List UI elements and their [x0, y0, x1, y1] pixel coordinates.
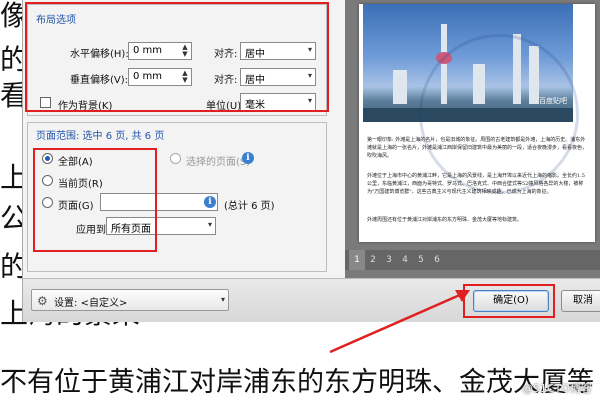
chevron-down-icon: ▾	[220, 295, 225, 304]
highlight-ok-box	[463, 284, 555, 318]
settings-select[interactable]: ⚙ 设置: <自定义> ▾	[31, 289, 229, 311]
settings-panel: 布局选项 水平偏移(H): 0 mm ▲ ▼ 对齐: 居中 ▾ 垂直偏移(V): …	[23, 0, 345, 278]
highlight-layout-box	[25, 2, 329, 112]
watermark-dialog: 布局选项 水平偏移(H): 0 mm ▲ ▼ 对齐: 居中 ▾ 垂直偏移(V): …	[22, 0, 600, 322]
preview-paragraph: 外滩位于上海市中心的黄浦江畔，它是上海的风景线，是上海开埠以来近代上海的缩影。全…	[367, 173, 585, 195]
page-navigation: 1 2 3 4 5 6	[345, 250, 600, 270]
radio-selected-pages[interactable]	[170, 153, 181, 164]
cancel-button[interactable]: 取消	[561, 290, 600, 312]
radio-selected-pages-label: 选择的页面(S)	[186, 157, 251, 168]
bg-text-bottom: 不有位于黄浦江对岸浦东的东方明珠、金茂大厦等	[0, 367, 594, 398]
chevron-down-icon: ▾	[207, 220, 212, 229]
page-button[interactable]: 2	[365, 250, 381, 270]
tower-shape	[393, 70, 407, 104]
page-button[interactable]: 6	[429, 250, 445, 270]
watermark-preview-shape	[419, 34, 579, 194]
page-button[interactable]: 4	[397, 250, 413, 270]
preview-paragraph: 第一眼印象: 外滩是上海的名片，也是旧城的象征。周围的古老建筑都是外滩，上海的历…	[367, 137, 588, 159]
highlight-range-box	[33, 148, 157, 252]
info-icon[interactable]: i	[242, 152, 254, 164]
gear-icon: ⚙	[37, 294, 48, 308]
preview-panel: 百度贴吧 第一眼印象: 外滩是上海的名片，也是旧城的象征。周围的古老建筑都是外滩…	[345, 0, 600, 278]
preview-paragraph: 外滩周围还有位于黄浦江对岸浦东的东方明珠、金茂大厦等地标建筑。	[367, 217, 523, 223]
page-button[interactable]: 1	[349, 250, 365, 270]
page-button[interactable]: 3	[381, 250, 397, 270]
info-icon[interactable]: i	[204, 196, 216, 208]
preview-page: 百度贴吧 第一眼印象: 外滩是上海的名片，也是旧城的象征。周围的古老建筑都是外滩…	[359, 4, 595, 242]
page-button[interactable]: 5	[413, 250, 429, 270]
total-pages-label: (总计 6 页)	[224, 201, 275, 212]
page-range-title: 页面范围: 选中 6 页, 共 6 页	[36, 131, 165, 142]
site-watermark: @51CTO博客	[521, 382, 592, 395]
